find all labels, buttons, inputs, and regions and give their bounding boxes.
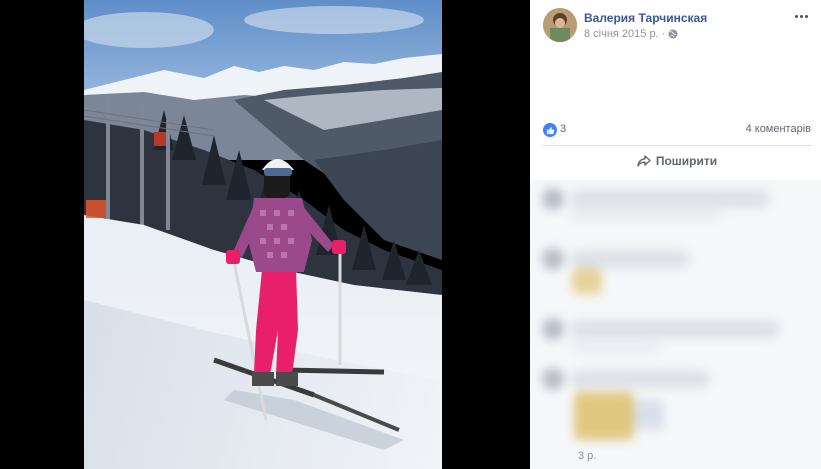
share-label: Поширити <box>655 154 718 168</box>
avatar-image <box>543 8 577 42</box>
post-meta: 8 січня 2015 р. · <box>584 28 678 40</box>
comment-image <box>574 392 634 440</box>
comment-bubble <box>570 210 720 220</box>
comment-bubble <box>570 250 690 268</box>
more-options-icon[interactable] <box>791 8 811 24</box>
author-avatar[interactable] <box>543 8 577 42</box>
comment-image <box>634 400 664 430</box>
skiing-photo-image <box>84 0 442 469</box>
comment-bubble <box>570 370 710 388</box>
comment-avatar <box>542 368 564 390</box>
like-count[interactable]: 3 <box>560 123 566 135</box>
photo-viewer <box>0 0 530 469</box>
comment-bubble <box>570 190 770 208</box>
comment-sticker <box>572 268 602 294</box>
divider <box>543 145 811 146</box>
thumbs-up-glyph <box>546 126 554 134</box>
comments-section: 3 р. <box>530 180 821 469</box>
dot-separator: · <box>661 28 666 40</box>
comment-avatar <box>542 318 564 340</box>
post-side-panel: Валерия Тарчинская 8 січня 2015 р. · 3 4… <box>530 0 821 469</box>
post-photo[interactable] <box>84 0 442 469</box>
share-arrow-icon <box>637 155 651 167</box>
like-icon[interactable] <box>543 123 557 137</box>
comment-time[interactable]: 3 р. <box>578 450 596 462</box>
comment-avatar <box>542 188 564 210</box>
comment-bubble <box>570 320 780 338</box>
author-name-link[interactable]: Валерия Тарчинская <box>584 11 707 25</box>
reactions-bar: 3 4 коментарів <box>543 122 811 138</box>
post-date[interactable]: 8 січня 2015 р. <box>584 28 659 40</box>
post-header: Валерия Тарчинская 8 січня 2015 р. · <box>543 8 811 44</box>
comment-avatar <box>542 248 564 270</box>
globe-icon[interactable] <box>668 29 678 39</box>
share-button[interactable]: Поширити <box>543 148 811 174</box>
comment-count-link[interactable]: 4 коментарів <box>746 123 811 135</box>
comment-bubble <box>570 342 660 352</box>
blurred-comments <box>530 180 821 469</box>
